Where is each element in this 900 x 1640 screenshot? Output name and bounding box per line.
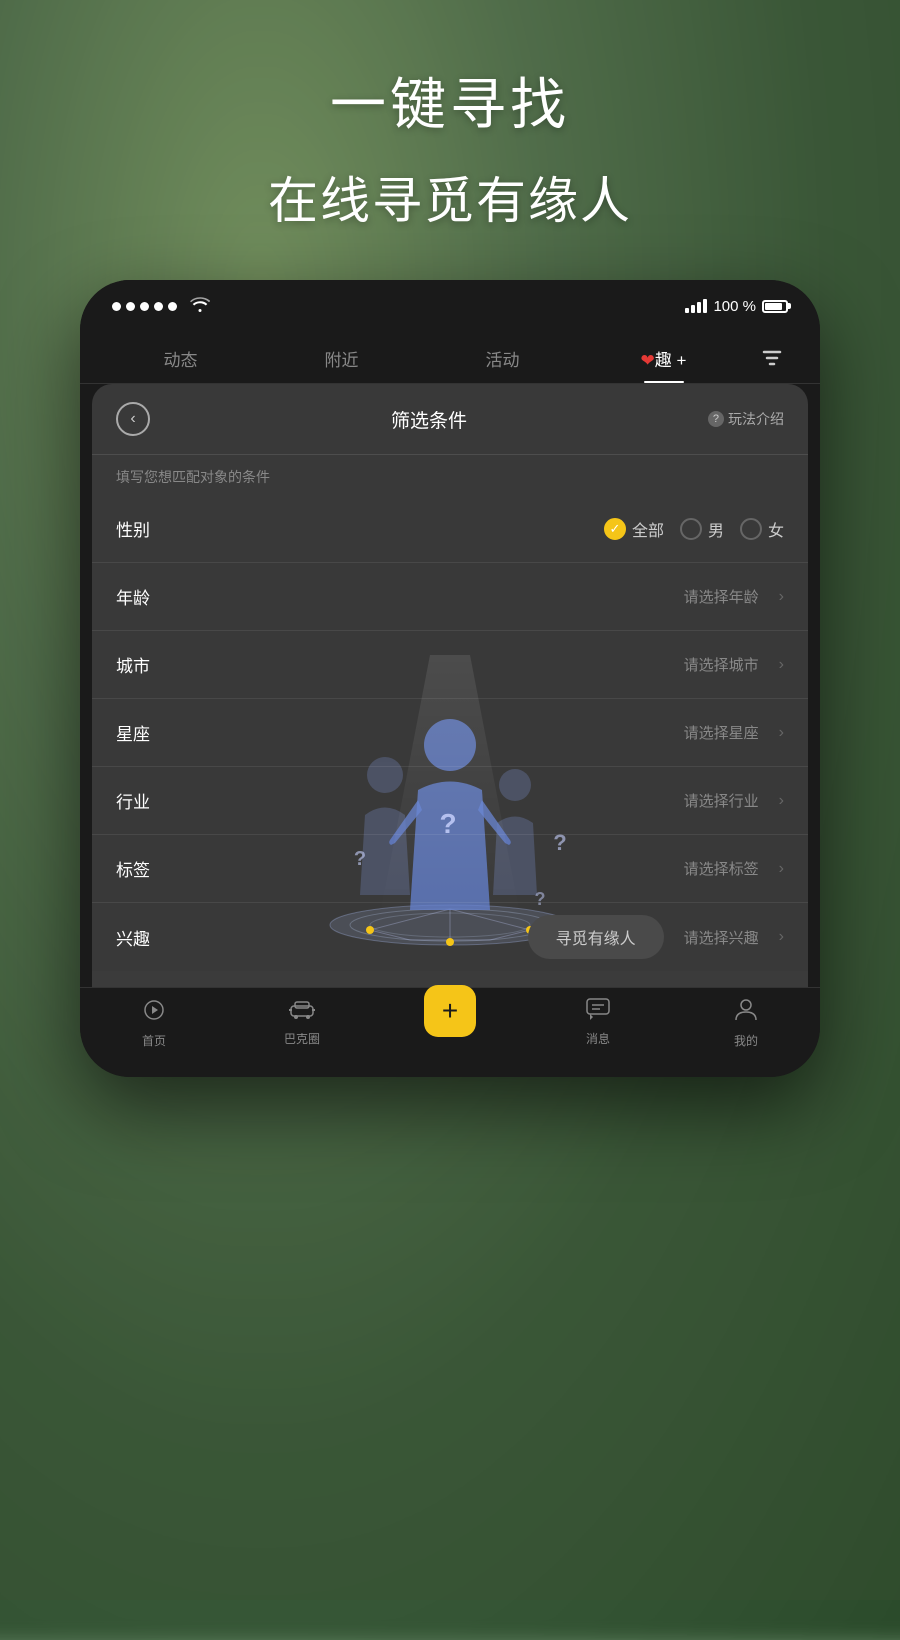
tab-dongtai[interactable]: 动态 <box>100 332 261 383</box>
signal-bar-1 <box>685 308 689 313</box>
hero-line2: 在线寻觅有缘人 <box>0 161 900 233</box>
city-placeholder: 请选择城市 <box>684 654 759 675</box>
age-placeholder: 请选择年龄 <box>684 586 759 607</box>
messages-label: 消息 <box>586 1030 610 1047</box>
gender-female-radio <box>740 518 762 540</box>
nav-profile[interactable]: 我的 <box>672 998 820 1049</box>
city-chevron: › <box>779 656 784 674</box>
battery-icon <box>762 300 788 313</box>
battery-fill <box>765 303 782 310</box>
help-icon: ? <box>708 411 724 427</box>
interest-btn[interactable]: 寻觅有缘人 <box>528 915 664 959</box>
interest-placeholder: 请选择兴趣 <box>684 927 759 948</box>
bake-label: 巴克圈 <box>284 1030 320 1047</box>
gender-row: 性别 ✓ 全部 男 女 <box>92 495 808 563</box>
battery-percent: 100 % <box>713 298 756 315</box>
city-content: 请选择城市 › <box>166 654 784 675</box>
zodiac-label: 星座 <box>116 720 166 745</box>
nav-messages[interactable]: 消息 <box>524 998 672 1047</box>
tab-huodong[interactable]: 活动 <box>422 332 583 383</box>
dot-5 <box>168 302 177 311</box>
industry-content: 请选择行业 › <box>166 790 784 811</box>
interest-label: 兴趣 <box>116 925 166 950</box>
signal-bars <box>685 299 707 313</box>
dot-1 <box>112 302 121 311</box>
zodiac-placeholder: 请选择星座 <box>684 722 759 743</box>
city-row[interactable]: 城市 请选择城市 › <box>92 631 808 699</box>
gender-options: ✓ 全部 男 女 <box>166 517 784 541</box>
status-bar: 100 % <box>80 280 820 332</box>
profile-label: 我的 <box>734 1032 758 1049</box>
app-tabs: 动态 附近 活动 ❤趣 + <box>80 332 820 384</box>
zodiac-chevron: › <box>779 724 784 742</box>
dot-3 <box>140 302 149 311</box>
tag-placeholder: 请选择标签 <box>684 858 759 879</box>
age-chevron: › <box>779 588 784 606</box>
plus-icon: + <box>442 995 458 1027</box>
age-row[interactable]: 年龄 请选择年龄 › <box>92 563 808 631</box>
tag-chevron: › <box>779 860 784 878</box>
industry-placeholder: 请选择行业 <box>684 790 759 811</box>
interest-btn-label: 寻觅有缘人 <box>556 931 636 948</box>
industry-chevron: › <box>779 792 784 810</box>
tab-qu-heart: ❤ <box>641 351 655 370</box>
tag-content: 请选择标签 › <box>166 858 784 879</box>
plus-button[interactable]: + <box>424 985 476 1037</box>
nav-bake[interactable]: 巴克圈 <box>228 998 376 1047</box>
phone-frame: 100 % 动态 附近 活动 ❤趣 + <box>80 280 820 1077</box>
status-right: 100 % <box>685 298 788 315</box>
industry-row[interactable]: 行业 请选择行业 › <box>92 767 808 835</box>
help-label: 玩法介绍 <box>728 409 784 429</box>
gender-all-label: 全部 <box>632 517 664 541</box>
tag-row[interactable]: 标签 请选择标签 › <box>92 835 808 903</box>
help-link[interactable]: ? 玩法介绍 <box>708 409 784 429</box>
age-label: 年龄 <box>116 584 166 609</box>
status-dots <box>112 296 210 317</box>
bottom-nav: 首页 巴克圈 + <box>80 987 820 1077</box>
filter-modal: ‹ 筛选条件 ? 玩法介绍 填写您想匹配对象的条件 <box>92 384 808 1065</box>
form-rows: ? ? ? ? 性别 <box>92 495 808 971</box>
messages-icon <box>586 998 610 1026</box>
industry-label: 行业 <box>116 788 166 813</box>
gender-male[interactable]: 男 <box>680 517 724 541</box>
profile-icon <box>735 998 757 1028</box>
interest-content: 寻觅有缘人 请选择兴趣 › <box>166 915 784 959</box>
modal-header: ‹ 筛选条件 ? 玩法介绍 <box>92 384 808 455</box>
bake-icon <box>289 998 315 1026</box>
modal-title: 筛选条件 <box>391 406 467 433</box>
signal-bar-2 <box>691 305 695 313</box>
gender-female[interactable]: 女 <box>740 517 784 541</box>
gender-female-label: 女 <box>768 517 784 541</box>
home-label: 首页 <box>142 1032 166 1049</box>
gender-male-label: 男 <box>708 517 724 541</box>
city-label: 城市 <box>116 652 166 677</box>
dot-4 <box>154 302 163 311</box>
nav-plus[interactable]: + <box>376 993 524 1037</box>
filter-button[interactable] <box>744 332 800 383</box>
modal-subtitle: 填写您想匹配对象的条件 <box>92 455 808 495</box>
wifi-icon <box>190 296 210 317</box>
gender-all[interactable]: ✓ 全部 <box>604 517 664 541</box>
gender-male-radio <box>680 518 702 540</box>
nav-home[interactable]: 首页 <box>80 998 228 1049</box>
signal-bar-3 <box>697 302 701 313</box>
interest-row: 兴趣 寻觅有缘人 请选择兴趣 › <box>92 903 808 971</box>
back-icon: ‹ <box>130 410 135 428</box>
gender-label: 性别 <box>116 516 166 541</box>
dot-2 <box>126 302 135 311</box>
zodiac-content: 请选择星座 › <box>166 722 784 743</box>
hero-line1: 一键寻找 <box>0 60 900 141</box>
back-button[interactable]: ‹ <box>116 402 150 436</box>
interest-chevron: › <box>779 928 784 946</box>
hero-section: 一键寻找 在线寻觅有缘人 <box>0 0 900 233</box>
home-icon <box>142 998 166 1028</box>
tag-label: 标签 <box>116 856 166 881</box>
zodiac-row[interactable]: 星座 请选择星座 › <box>92 699 808 767</box>
signal-bar-4 <box>703 299 707 313</box>
tab-fujin[interactable]: 附近 <box>261 332 422 383</box>
age-content: 请选择年龄 › <box>166 586 784 607</box>
gender-all-radio: ✓ <box>604 518 626 540</box>
tab-qu[interactable]: ❤趣 + <box>583 332 744 383</box>
